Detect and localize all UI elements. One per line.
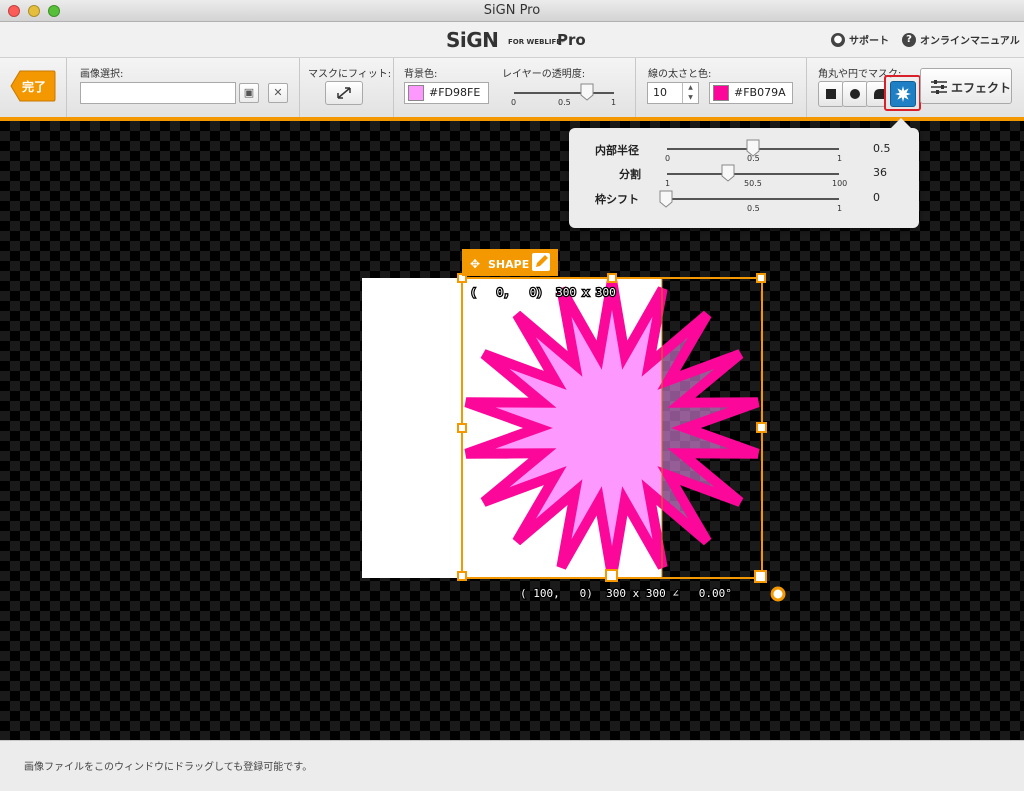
- resize-handle-right[interactable]: [756, 422, 767, 433]
- resize-handle-bottom-left[interactable]: [457, 571, 467, 581]
- image-clear-button[interactable]: ✕: [268, 83, 288, 103]
- toolbar: 完了 画像選択: ▣ ✕ マスクにフィット: 背景色: #FD98FE レイヤー…: [0, 58, 1024, 118]
- mask-options-popover: 内部半径 0 0.5 1 0.5 分割 1 50.5 100 36 枠シフト 0…: [569, 118, 919, 228]
- effect-button[interactable]: エフェクト: [920, 68, 1012, 104]
- help-icon: ?: [902, 32, 916, 47]
- mask-circle-button[interactable]: [842, 81, 868, 107]
- opacity-track: [514, 92, 614, 94]
- bg-color-label: 背景色:: [404, 69, 438, 80]
- brand-pro: Pro: [557, 31, 586, 49]
- image-select-label: 画像選択:: [80, 69, 124, 80]
- bottom-position-readout: ( 100, 0) 300 x 300 ∠ 0.00°: [520, 587, 732, 600]
- top-position-readout: ( 0, 0) 300 x 300: [470, 286, 616, 299]
- frame-shift-thumb[interactable]: [659, 190, 673, 208]
- minimize-window-button[interactable]: [28, 5, 40, 17]
- inner-radius-label: 内部半径: [595, 144, 639, 157]
- frame-shift-track: [667, 198, 839, 200]
- mask-rounded-button[interactable]: [866, 81, 886, 107]
- image-select-field[interactable]: [80, 82, 236, 104]
- fit-to-mask-button[interactable]: [325, 81, 363, 105]
- user-icon: ●: [831, 32, 845, 47]
- line-color-swatch[interactable]: [713, 85, 729, 101]
- bg-color-field[interactable]: #FD98FE: [404, 82, 489, 104]
- opacity-tick-max: 1: [611, 98, 617, 107]
- frame-shift-tick-max: 1: [837, 204, 843, 213]
- frame-shift-label: 枠シフト: [595, 193, 639, 206]
- divisions-tick-max: 100: [832, 179, 848, 188]
- bg-color-hex: #FD98FE: [429, 86, 481, 99]
- line-color-hex: #FB079A: [734, 86, 786, 99]
- divider: [806, 58, 807, 118]
- inner-radius-value: 0.5: [873, 142, 891, 155]
- divisions-label: 分割: [619, 168, 641, 181]
- support-link[interactable]: ● サポート: [831, 32, 889, 47]
- app-header: SiGN FOR WEBLIFE* Pro ● サポート ? オンラインマニュア…: [0, 22, 1024, 58]
- done-label: 完了: [22, 80, 47, 94]
- opacity-thumb[interactable]: [580, 83, 594, 101]
- edit-pencil-icon[interactable]: [532, 253, 550, 271]
- zoom-window-button[interactable]: [48, 5, 60, 17]
- line-label: 線の太さと色:: [648, 69, 712, 80]
- resize-handle-top[interactable]: [607, 273, 617, 283]
- divisions-thumb[interactable]: [721, 164, 735, 182]
- close-window-button[interactable]: [8, 5, 20, 17]
- sliders-icon: [931, 80, 947, 94]
- starburst-icon: [895, 86, 911, 102]
- opacity-tick-min: 0: [511, 98, 517, 107]
- layer-opacity-label: レイヤーの透明度:: [502, 69, 586, 80]
- divider: [393, 58, 394, 118]
- divider: [299, 58, 300, 118]
- resize-handle-bottom-right[interactable]: [754, 570, 767, 583]
- rotate-handle[interactable]: [770, 586, 786, 602]
- inner-radius-tick-min: 0: [665, 154, 671, 163]
- drag-hint: 画像ファイルをこのウィンドウにドラッグしても登録可能です。: [24, 762, 313, 773]
- divisions-value: 36: [873, 166, 887, 179]
- divisions-track: [667, 173, 839, 175]
- resize-handle-left[interactable]: [457, 423, 467, 433]
- divisions-tick-mid: 50.5: [744, 179, 762, 188]
- title-bar: SiGN Pro: [0, 0, 1024, 22]
- status-footer: 画像ファイルをこのウィンドウにドラッグしても登録可能です。: [0, 740, 1024, 791]
- online-manual-link[interactable]: ? オンラインマニュアル: [902, 32, 1020, 47]
- mask-star-button[interactable]: [890, 81, 916, 107]
- shape-tab-label: SHAPE: [488, 258, 529, 271]
- resize-handle-top-right[interactable]: [756, 273, 766, 283]
- move-icon: ✥: [470, 257, 480, 271]
- line-color-field[interactable]: #FB079A: [709, 82, 793, 104]
- image-browse-button[interactable]: ▣: [239, 83, 259, 103]
- fit-mask-label: マスクにフィット:: [308, 69, 392, 80]
- brand-logo: SiGN: [446, 28, 499, 52]
- circle-icon: [850, 89, 860, 99]
- inner-radius-tick-max: 1: [837, 154, 843, 163]
- frame-shift-tick-mid: 0.5: [747, 204, 760, 213]
- done-button[interactable]: 完了: [10, 70, 56, 102]
- manual-label: オンラインマニュアル: [920, 36, 1020, 47]
- opacity-tick-mid: 0.5: [558, 98, 571, 107]
- expand-icon: [337, 87, 351, 99]
- line-width-value: 10: [653, 86, 667, 99]
- stepper-arrows[interactable]: ▲ ▼: [682, 83, 698, 103]
- frame-shift-value: 0: [873, 191, 880, 204]
- support-label: サポート: [849, 36, 889, 47]
- clear-icon: ✕: [273, 86, 283, 99]
- inner-radius-tick-mid: 0.5: [747, 154, 760, 163]
- divider: [66, 58, 67, 118]
- line-width-stepper[interactable]: 10 ▲ ▼: [647, 82, 699, 104]
- divider: [635, 58, 636, 118]
- mask-rect-button[interactable]: [818, 81, 844, 107]
- bg-color-swatch[interactable]: [408, 85, 424, 101]
- divisions-tick-min: 1: [665, 179, 671, 188]
- image-icon: ▣: [243, 86, 255, 99]
- window-title: SiGN Pro: [483, 3, 541, 18]
- effect-label: エフェクト: [951, 81, 1012, 95]
- resize-handle-bottom[interactable]: [605, 569, 618, 582]
- square-icon: [826, 89, 836, 99]
